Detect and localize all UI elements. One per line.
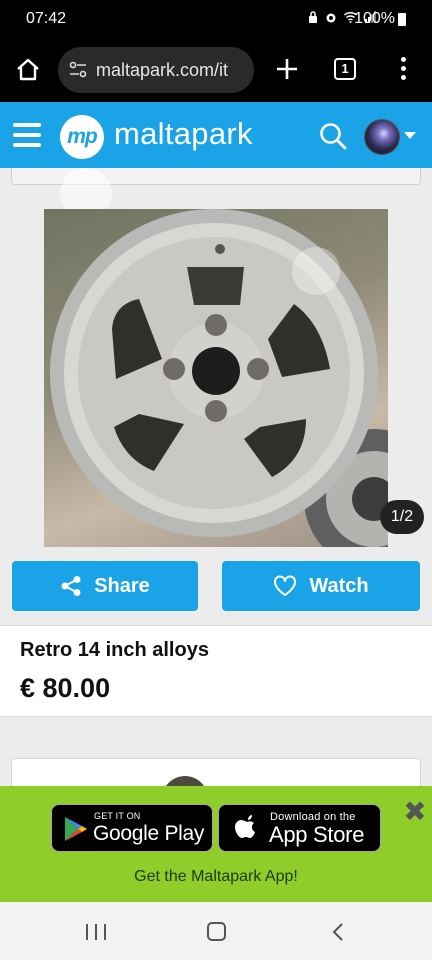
google-play-small-text: GET IT ON — [94, 811, 141, 821]
logo-mark[interactable]: mp — [60, 115, 104, 159]
listing-title: Retro 14 inch alloys — [20, 639, 209, 661]
listing-photo[interactable] — [44, 209, 388, 547]
app-download-banner: GET IT ON Google Play Download on the Ap… — [0, 786, 432, 902]
site-header: mp maltapark — [0, 102, 432, 168]
lock-icon — [309, 11, 317, 23]
home-icon[interactable] — [14, 56, 42, 84]
apple-icon — [235, 815, 255, 838]
user-avatar[interactable] — [364, 119, 400, 155]
google-play-big-text: Google Play — [93, 822, 205, 845]
share-button[interactable]: Share — [12, 561, 198, 611]
site-settings-icon[interactable] — [68, 61, 88, 79]
close-icon[interactable]: ✖ — [402, 798, 428, 826]
listing-info: Retro 14 inch alloys € 80.00 — [0, 625, 432, 717]
google-play-button[interactable]: GET IT ON Google Play — [51, 804, 213, 852]
browser-toolbar: maltapark.com/it 1 — [0, 38, 432, 102]
system-nav-bar — [0, 902, 432, 960]
listing-price: € 80.00 — [20, 673, 111, 703]
new-tab-button[interactable] — [272, 54, 302, 84]
alarm-icon — [326, 13, 336, 23]
status-bar: 07:42 100% — [0, 0, 432, 38]
plus-icon — [277, 59, 297, 79]
battery-icon — [398, 12, 406, 26]
share-label: Share — [94, 574, 150, 597]
hamburger-icon[interactable] — [13, 123, 41, 147]
recent-apps-icon[interactable] — [86, 924, 106, 940]
url-text: maltapark.com/it — [96, 60, 229, 80]
watch-button[interactable]: Watch — [222, 561, 420, 611]
app-store-big-text: App Store — [269, 822, 365, 847]
google-play-icon — [65, 817, 87, 841]
more-vert-icon[interactable] — [396, 57, 410, 83]
back-icon[interactable] — [330, 922, 346, 942]
share-icon — [61, 576, 81, 596]
heart-icon — [274, 575, 297, 596]
battery-status: 100% — [354, 10, 406, 28]
status-time: 07:42 — [26, 10, 67, 27]
app-store-button[interactable]: Download on the App Store — [218, 804, 381, 852]
logo-text[interactable]: maltapark — [114, 116, 253, 152]
chevron-down-icon[interactable] — [404, 132, 416, 139]
alloy-wheel-photo — [50, 209, 388, 547]
search-icon[interactable] — [318, 121, 348, 151]
tabs-button[interactable]: 1 — [334, 58, 356, 80]
watch-label: Watch — [309, 574, 369, 597]
photo-counter: 1/2 — [380, 500, 424, 534]
address-bar[interactable]: maltapark.com/it — [58, 47, 254, 93]
battery-level: 100% — [354, 10, 395, 27]
home-nav-icon[interactable] — [207, 922, 226, 941]
app-banner-cta[interactable]: Get the Maltapark App! — [0, 868, 432, 886]
